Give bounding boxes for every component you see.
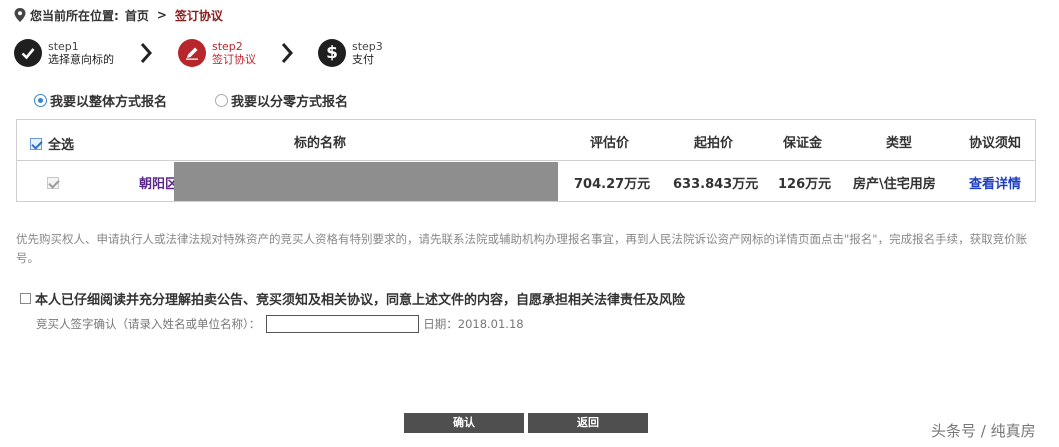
watermark-text: 头条号 / 纯真房 <box>931 422 1036 440</box>
row-deposit: 126万元 <box>778 177 832 192</box>
agreement-label[interactable]: 本人已仔细阅读并充分理解拍卖公告、竞买须知及相关协议，同意上述文件的内容，自愿承… <box>35 289 685 308</box>
lot-table: 全选 标的名称 评估价 起拍价 保证金 类型 协议须知 朝阳区 704.27万元… <box>16 119 1036 202</box>
signup-notice: 优先购买权人、申请执行人或法律法规对特殊资产的竞买人资格有特别要求的，请先联系法… <box>16 232 1028 265</box>
breadcrumb-home-link[interactable]: 首页 <box>125 7 149 24</box>
agreement-checkbox-row[interactable]: 本人已仔细阅读并充分理解拍卖公告、竞买须知及相关协议，同意上述文件的内容，自愿承… <box>20 289 685 308</box>
table-row: 朝阳区 704.27万元 633.843万元 126万元 房产\住宅用房 查看详… <box>17 161 1035 201</box>
signature-input[interactable] <box>266 315 420 333</box>
breadcrumb-prefix: 您当前所在位置: <box>30 8 119 23</box>
back-button[interactable]: 返回 <box>528 413 648 433</box>
step-3-label: 支付 <box>352 53 374 66</box>
col-type-header: 类型 <box>886 136 913 151</box>
step-2-label: 签订协议 <box>212 53 256 66</box>
radio-partial-label[interactable]: 我要以分零方式报名 <box>231 91 348 110</box>
step-2: step2 签订协议 <box>178 39 256 67</box>
select-all-checkbox[interactable] <box>30 137 42 150</box>
view-details-link[interactable]: 查看详情 <box>969 173 1021 192</box>
step-1-label: 选择意向标的 <box>48 53 114 66</box>
select-all-label[interactable]: 全选 <box>48 134 74 153</box>
col-agreement-header: 协议须知 <box>969 136 1022 151</box>
breadcrumb-separator: > <box>156 8 167 22</box>
signature-date: 日期：2018.01.18 <box>423 317 524 331</box>
chevron-right-icon <box>114 42 178 64</box>
radio-partial-signup[interactable]: 我要以分零方式报名 <box>215 91 348 110</box>
col-start-price-header: 起拍价 <box>694 136 734 151</box>
dollar-icon: $ <box>318 39 346 67</box>
signature-row: 竞买人签字确认（请录入姓名或单位名称）： 日期：2018.01.18 <box>36 315 524 333</box>
col-appraisal-header: 评估价 <box>590 136 630 151</box>
progress-steps: step1 选择意向标的 step2 签订协议 $ step3 支付 <box>14 36 383 70</box>
breadcrumb: 您当前所在位置: 首页 > 签订协议 <box>14 6 223 24</box>
step-1-number: step1 <box>48 40 79 53</box>
radio-unselected-icon[interactable] <box>215 93 229 107</box>
signature-label: 竞买人签字确认（请录入姓名或单位名称）： <box>36 317 261 331</box>
confirm-button[interactable]: 确认 <box>404 413 524 433</box>
col-name-header: 标的名称 <box>294 136 347 151</box>
location-pin-icon <box>14 8 26 22</box>
row-start-price: 633.843万元 <box>673 177 759 192</box>
col-deposit-header: 保证金 <box>783 136 823 151</box>
signup-mode-group: 我要以整体方式报名 我要以分零方式报名 <box>34 90 396 110</box>
chevron-right-icon <box>256 42 318 64</box>
agreement-checkbox[interactable] <box>20 293 31 304</box>
pen-icon <box>178 39 206 67</box>
step-1: step1 选择意向标的 <box>14 39 114 67</box>
redacted-lot-name <box>174 162 558 201</box>
radio-whole-signup[interactable]: 我要以整体方式报名 <box>34 91 167 110</box>
step-3: $ step3 支付 <box>318 39 383 67</box>
step-2-number: step2 <box>212 40 243 53</box>
breadcrumb-current: 签订协议 <box>174 8 223 23</box>
step-3-number: step3 <box>352 40 383 53</box>
row-appraisal: 704.27万元 <box>574 177 651 192</box>
table-header: 全选 标的名称 评估价 起拍价 保证金 类型 协议须知 <box>17 120 1035 161</box>
row-type: 房产\住宅用房 <box>853 177 936 192</box>
check-icon <box>14 39 42 67</box>
row-checkbox[interactable] <box>47 176 59 189</box>
radio-selected-icon[interactable] <box>34 93 47 107</box>
lot-name-link[interactable]: 朝阳区 <box>139 173 178 192</box>
radio-whole-label[interactable]: 我要以整体方式报名 <box>50 91 167 110</box>
